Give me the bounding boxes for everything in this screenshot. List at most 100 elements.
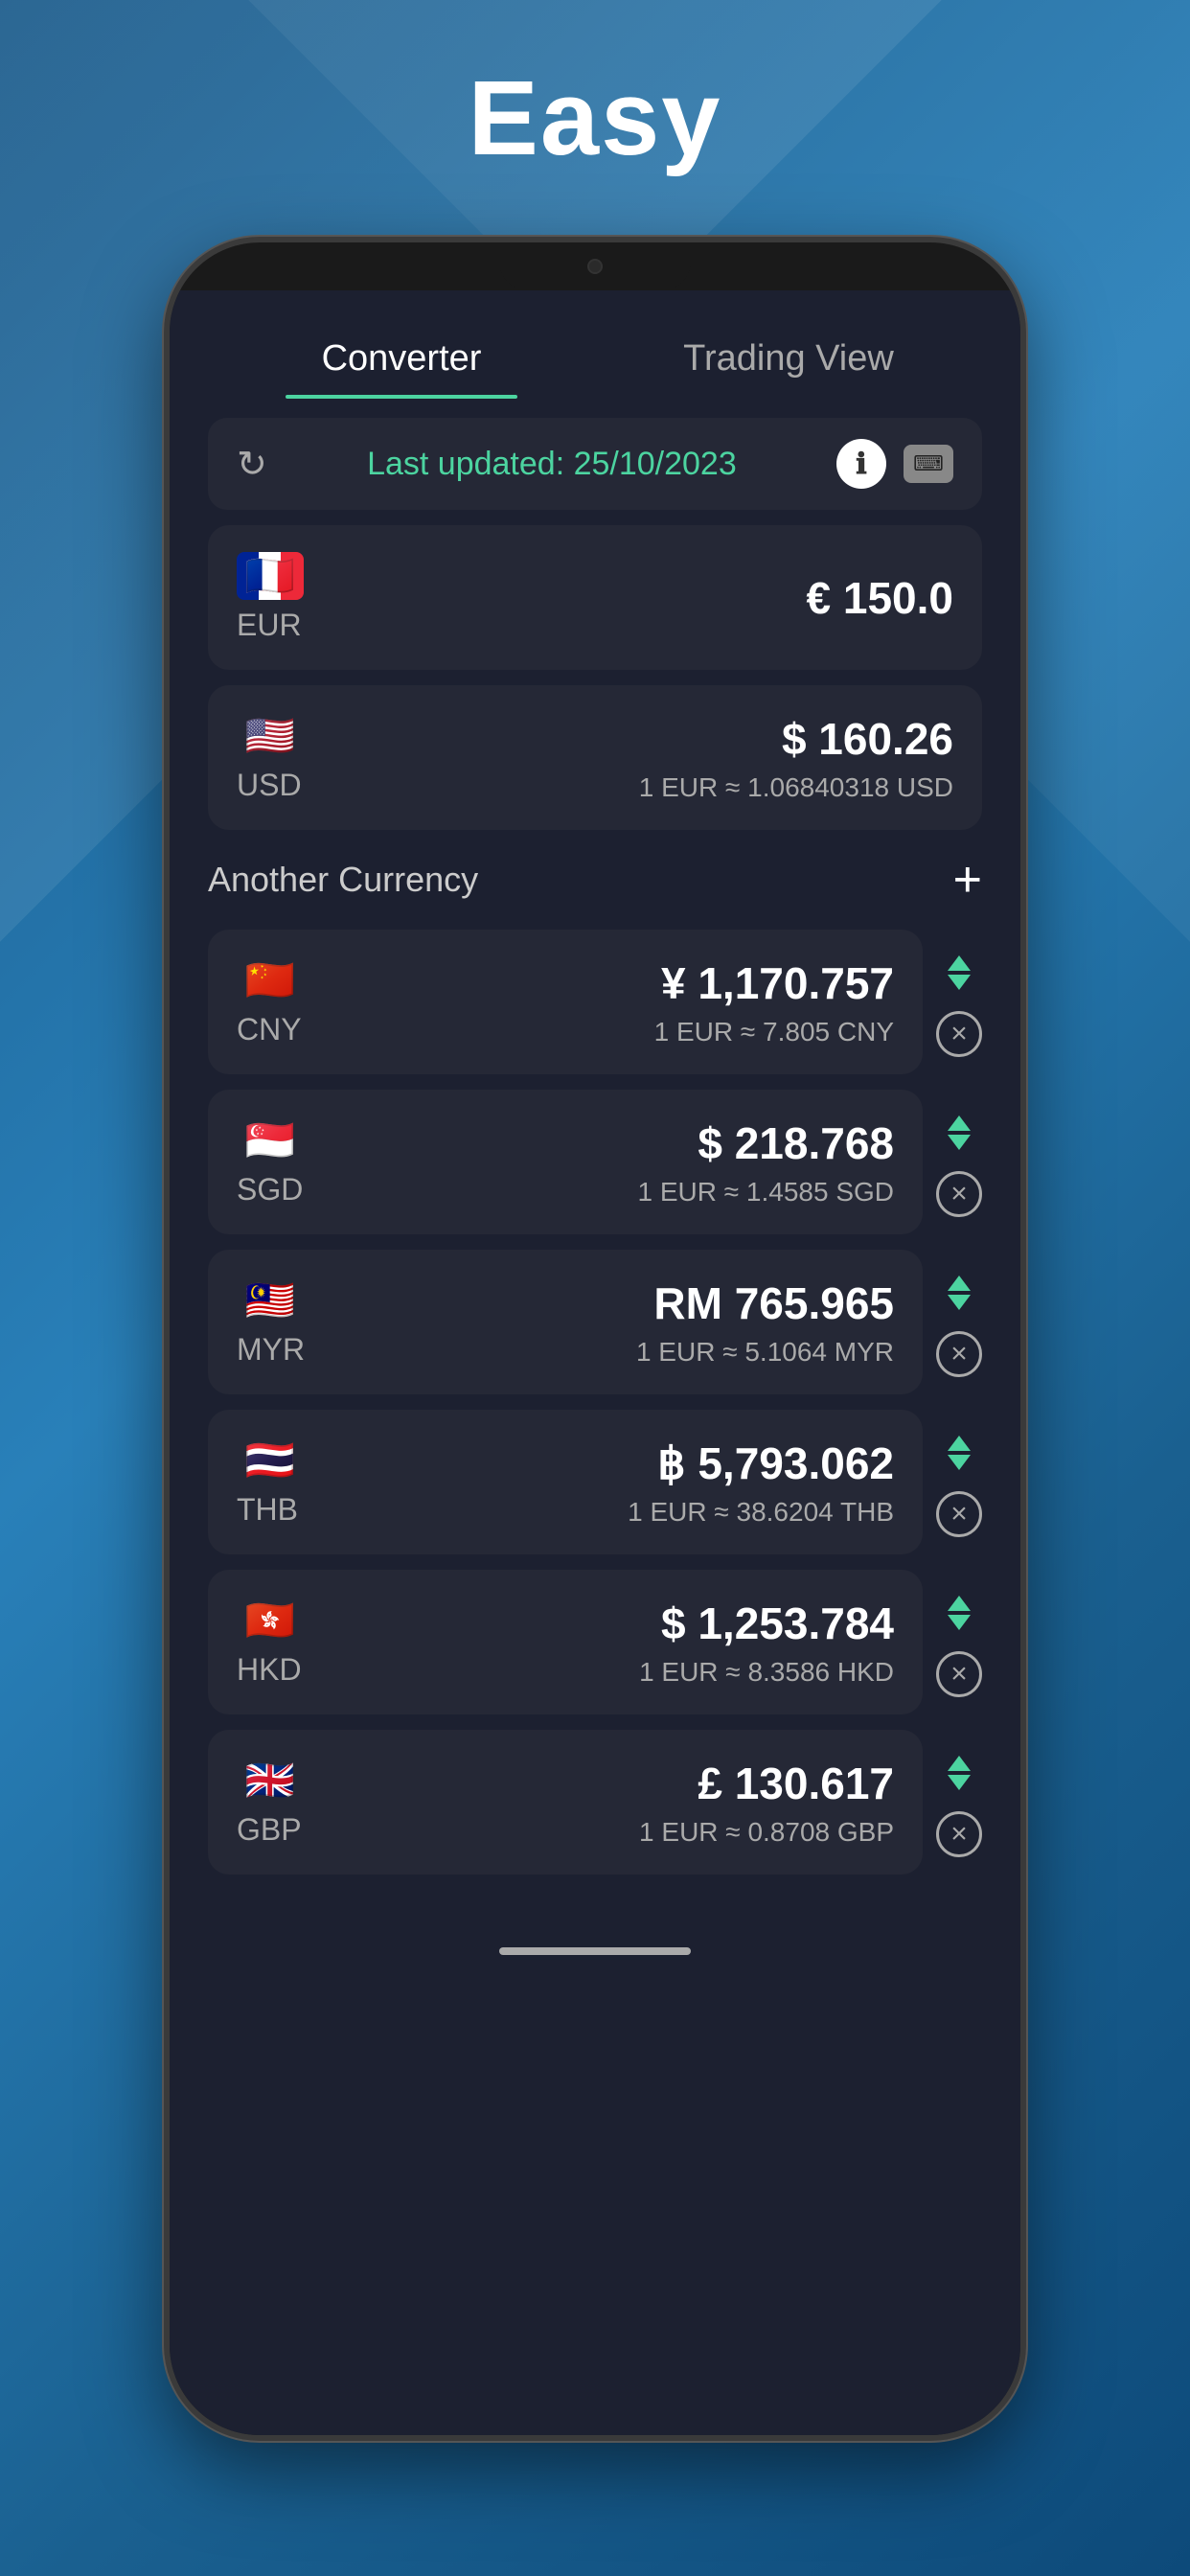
phone-screen: Converter Trading View ↻ Last updated: 2… xyxy=(170,290,1020,2435)
gbp-updown-btn[interactable] xyxy=(936,1748,982,1798)
hkd-row: 🇭🇰 HKD $ 1,253.784 1 EUR ≈ 8.3586 HKD xyxy=(208,1570,982,1714)
gbp-flag: 🇬🇧 xyxy=(237,1757,304,1805)
hkd-left: 🇭🇰 HKD xyxy=(237,1597,304,1688)
page-title: Easy xyxy=(469,58,722,179)
myr-close-btn[interactable]: × xyxy=(936,1331,982,1377)
cny-amount: ¥ 1,170.757 xyxy=(661,957,894,1009)
phone-mockup: Converter Trading View ↻ Last updated: 2… xyxy=(164,237,1026,2441)
eur-left: 🇫🇷 EUR xyxy=(237,552,304,643)
hkd-rate: 1 EUR ≈ 8.3586 HKD xyxy=(639,1657,894,1688)
tab-trading-view[interactable]: Trading View xyxy=(595,319,982,399)
usd-code: USD xyxy=(237,768,302,803)
info-icon-button[interactable]: ℹ xyxy=(836,439,886,489)
eur-flag: 🇫🇷 xyxy=(237,552,304,600)
sgd-controls: × xyxy=(936,1108,982,1217)
status-bar: ↻ Last updated: 25/10/2023 ℹ ⌨ xyxy=(208,418,982,510)
home-indicator xyxy=(499,1947,691,1955)
status-icons: ℹ ⌨ xyxy=(836,439,953,489)
cny-card[interactable]: 🇨🇳 CNY ¥ 1,170.757 1 EUR ≈ 7.805 CNY xyxy=(208,930,923,1074)
usd-flag: 🇺🇸 xyxy=(237,712,304,760)
thb-flag: 🇹🇭 xyxy=(237,1437,304,1484)
cny-arrow-up xyxy=(948,955,971,971)
notch-dot xyxy=(587,259,603,274)
sgd-rate: 1 EUR ≈ 1.4585 SGD xyxy=(638,1177,895,1208)
gbp-close-btn[interactable]: × xyxy=(936,1811,982,1857)
usd-left: 🇺🇸 USD xyxy=(237,712,304,803)
hkd-right: $ 1,253.784 1 EUR ≈ 8.3586 HKD xyxy=(639,1598,894,1688)
gbp-arrow-down xyxy=(948,1775,971,1790)
thb-card[interactable]: 🇹🇭 THB ฿ 5,793.062 1 EUR ≈ 38.6204 THB xyxy=(208,1410,923,1554)
cny-close-btn[interactable]: × xyxy=(936,1011,982,1057)
gbp-rate: 1 EUR ≈ 0.8708 GBP xyxy=(639,1817,894,1848)
add-currency-row: Another Currency + xyxy=(208,845,982,914)
cny-code: CNY xyxy=(237,1012,302,1047)
myr-code: MYR xyxy=(237,1332,305,1368)
thb-controls: × xyxy=(936,1428,982,1537)
tabs-container: Converter Trading View xyxy=(170,290,1020,399)
myr-arrow-up xyxy=(948,1276,971,1291)
gbp-right: £ 130.617 1 EUR ≈ 0.8708 GBP xyxy=(639,1758,894,1848)
hkd-amount: $ 1,253.784 xyxy=(661,1598,894,1649)
sgd-left: 🇸🇬 SGD xyxy=(237,1116,304,1208)
tab-converter[interactable]: Converter xyxy=(208,319,595,399)
eur-card[interactable]: 🇫🇷 EUR € 150.0 xyxy=(208,525,982,670)
keyboard-icon-button[interactable]: ⌨ xyxy=(904,445,953,483)
usd-rate: 1 EUR ≈ 1.06840318 USD xyxy=(639,772,953,803)
gbp-card[interactable]: 🇬🇧 GBP £ 130.617 1 EUR ≈ 0.8708 GBP xyxy=(208,1730,923,1874)
usd-amount: $ 160.26 xyxy=(782,713,953,765)
sgd-flag: 🇸🇬 xyxy=(237,1116,304,1164)
thb-updown-btn[interactable] xyxy=(936,1428,982,1478)
hkd-code: HKD xyxy=(237,1652,302,1688)
myr-left: 🇲🇾 MYR xyxy=(237,1276,305,1368)
thb-amount: ฿ 5,793.062 xyxy=(657,1438,894,1489)
cny-left: 🇨🇳 CNY xyxy=(237,956,304,1047)
cny-flag: 🇨🇳 xyxy=(237,956,304,1004)
cny-updown-btn[interactable] xyxy=(936,948,982,998)
myr-amount: RM 765.965 xyxy=(653,1277,894,1329)
eur-code: EUR xyxy=(237,608,302,643)
sgd-right: $ 218.768 1 EUR ≈ 1.4585 SGD xyxy=(638,1117,895,1208)
myr-right: RM 765.965 1 EUR ≈ 5.1064 MYR xyxy=(636,1277,894,1368)
add-currency-label: Another Currency xyxy=(208,860,478,900)
myr-card[interactable]: 🇲🇾 MYR RM 765.965 1 EUR ≈ 5.1064 MYR xyxy=(208,1250,923,1394)
gbp-controls: × xyxy=(936,1748,982,1857)
thb-code: THB xyxy=(237,1492,298,1528)
thb-arrow-up xyxy=(948,1436,971,1451)
sgd-amount: $ 218.768 xyxy=(698,1117,894,1169)
myr-updown-btn[interactable] xyxy=(936,1268,982,1318)
sgd-card[interactable]: 🇸🇬 SGD $ 218.768 1 EUR ≈ 1.4585 SGD xyxy=(208,1090,923,1234)
thb-close-btn[interactable]: × xyxy=(936,1491,982,1537)
hkd-flag: 🇭🇰 xyxy=(237,1597,304,1644)
gbp-code: GBP xyxy=(237,1812,302,1848)
thb-arrow-down xyxy=(948,1455,971,1470)
refresh-icon[interactable]: ↻ xyxy=(237,443,267,486)
notch xyxy=(499,242,691,290)
cny-controls: × xyxy=(936,948,982,1057)
hkd-arrow-down xyxy=(948,1615,971,1630)
sgd-updown-btn[interactable] xyxy=(936,1108,982,1158)
hkd-close-btn[interactable]: × xyxy=(936,1651,982,1697)
sgd-close-btn[interactable]: × xyxy=(936,1171,982,1217)
thb-rate: 1 EUR ≈ 38.6204 THB xyxy=(628,1497,894,1528)
usd-right: $ 160.26 1 EUR ≈ 1.06840318 USD xyxy=(639,713,953,803)
add-currency-button[interactable]: + xyxy=(953,855,982,905)
gbp-amount: £ 130.617 xyxy=(698,1758,894,1809)
usd-card[interactable]: 🇺🇸 USD $ 160.26 1 EUR ≈ 1.06840318 USD xyxy=(208,685,982,830)
thb-right: ฿ 5,793.062 1 EUR ≈ 38.6204 THB xyxy=(628,1438,894,1528)
sgd-row: 🇸🇬 SGD $ 218.768 1 EUR ≈ 1.4585 SGD xyxy=(208,1090,982,1234)
hkd-controls: × xyxy=(936,1588,982,1697)
eur-amount: € 150.0 xyxy=(807,572,953,624)
cny-rate: 1 EUR ≈ 7.805 CNY xyxy=(654,1017,894,1047)
thb-left: 🇹🇭 THB xyxy=(237,1437,304,1528)
gbp-row: 🇬🇧 GBP £ 130.617 1 EUR ≈ 0.8708 GBP xyxy=(208,1730,982,1874)
hkd-card[interactable]: 🇭🇰 HKD $ 1,253.784 1 EUR ≈ 8.3586 HKD xyxy=(208,1570,923,1714)
hkd-updown-btn[interactable] xyxy=(936,1588,982,1638)
gbp-arrow-up xyxy=(948,1756,971,1771)
sgd-code: SGD xyxy=(237,1172,303,1208)
screen-content: ↻ Last updated: 25/10/2023 ℹ ⌨ 🇫🇷 EUR € … xyxy=(170,399,1020,1928)
thb-row: 🇹🇭 THB ฿ 5,793.062 1 EUR ≈ 38.6204 THB xyxy=(208,1410,982,1554)
cny-row: 🇨🇳 CNY ¥ 1,170.757 1 EUR ≈ 7.805 CNY xyxy=(208,930,982,1074)
cny-arrow-down xyxy=(948,975,971,990)
gbp-left: 🇬🇧 GBP xyxy=(237,1757,304,1848)
myr-arrow-down xyxy=(948,1295,971,1310)
